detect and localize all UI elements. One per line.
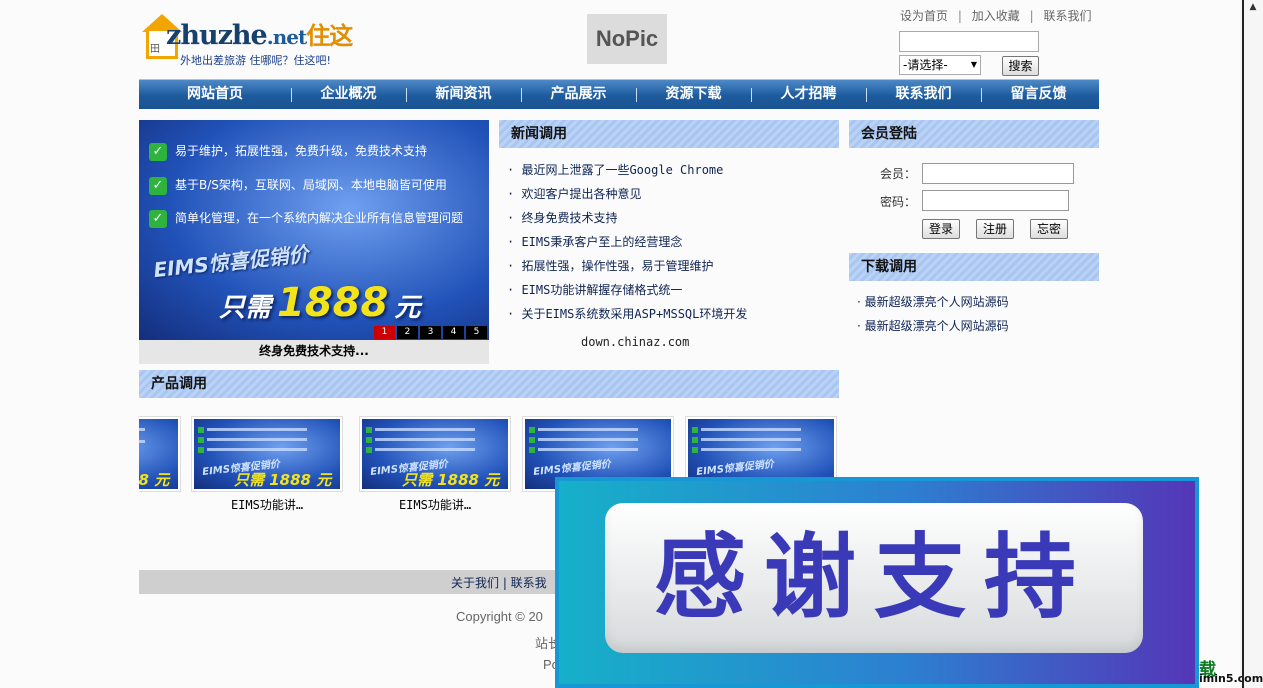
banner-line: ✓ 简单化管理，在一个系统内解决企业所有信息管理问题 — [149, 209, 463, 228]
banner-promo: EIMS惊喜促销价 — [152, 241, 310, 283]
download-panel-title: 下载调用 — [849, 253, 1099, 281]
news-footer-text: down.chinaz.com — [581, 335, 690, 349]
member-panel-title: 会员登陆 — [849, 120, 1099, 148]
page: 田 zhuzhe.net住这 外地出差旅游 住哪呢？住这吧! NoPic 设为首… — [0, 0, 1263, 688]
product-image: 只需 1888 元 — [139, 419, 178, 489]
promo-banner[interactable]: ✓ 易于维护，拓展性强，免费升级，免费技术支持 ✓ 基于B/S架构，互联网、局域网、… — [139, 120, 489, 340]
news-item[interactable]: 终身免费技术支持 — [507, 208, 747, 232]
news-panel-title: 新闻调用 — [499, 120, 839, 148]
password-label: 密码： — [880, 195, 917, 209]
main-nav: 网站首页 企业概况 新闻资讯 产品展示 资源下载 人才招聘 联系我们 留言反馈 — [139, 79, 1099, 109]
nav-about[interactable]: 企业概况 — [291, 80, 406, 109]
site-logo[interactable]: 田 zhuzhe.net住这 外地出差旅游 住哪呢？住这吧! — [140, 12, 355, 68]
thanks-text: 感谢支持 — [653, 524, 1094, 631]
product-caption[interactable]: EIMS功能讲… — [191, 496, 343, 513]
thanks-panel: 感谢支持 — [605, 503, 1143, 653]
banner-caption[interactable]: 终身免费技术支持... — [139, 340, 489, 364]
logo-brand: zhuzhe.net住这 — [166, 20, 353, 51]
product-thumb[interactable]: EIMS惊喜促销价 只需 1888 元 — [359, 416, 511, 492]
dropdown-arrow-icon: ▼ — [970, 60, 977, 69]
banner-line: ✓ 易于维护，拓展性强，免费升级，免费技术支持 — [149, 142, 427, 161]
download-item[interactable]: 最新超级漂亮个人网站源码 — [857, 292, 1009, 316]
username-label: 会员： — [880, 167, 917, 181]
nav-jobs[interactable]: 人才招聘 — [751, 80, 866, 109]
product-thumb[interactable]: EIMS惊喜促销价 只需 1888 元 — [191, 416, 343, 492]
contact-link[interactable]: 联系我们 — [1043, 9, 1091, 23]
banner-page-4[interactable]: 4 — [443, 326, 464, 339]
banner-page-5[interactable]: 5 — [466, 326, 487, 339]
set-home-link[interactable]: 设为首页 — [900, 9, 948, 23]
scroll-up-icon[interactable]: ▲ — [1245, 2, 1261, 18]
product-image: EIMS惊喜促销价 只需 1888 元 — [362, 419, 508, 489]
product-thumb[interactable]: 只需 1888 元 — [139, 416, 181, 492]
thanks-overlay[interactable]: 感谢支持 — [555, 477, 1199, 688]
search-button[interactable]: 搜索 — [1002, 56, 1039, 76]
nav-products[interactable]: 产品展示 — [521, 80, 636, 109]
window-border — [1242, 0, 1244, 688]
news-item[interactable]: EIMS功能讲解握存储格式统一 — [507, 280, 747, 304]
product-panel-title: 产品调用 — [139, 370, 839, 398]
top-links: 设为首页 | 加入收藏 | 联系我们 — [900, 9, 1092, 23]
nav-news[interactable]: 新闻资讯 — [406, 80, 521, 109]
password-input[interactable] — [922, 190, 1069, 211]
news-list: 最近网上泄露了一些Google Chrome 欢迎客户提出各种意见 终身免费技术… — [507, 160, 747, 328]
logo-slogan: 外地出差旅游 住哪呢？住这吧! — [180, 54, 331, 67]
check-icon: ✓ — [149, 142, 167, 161]
banner-pager: 1 2 3 4 5 — [374, 326, 487, 339]
watermark-url: imin5.com — [1199, 672, 1263, 685]
nav-downloads[interactable]: 资源下载 — [636, 80, 751, 109]
copyright-text: Copyright © 20 — [456, 609, 543, 624]
footer-links[interactable]: 关于我们 | 联系我 — [451, 574, 547, 591]
banner-page-1[interactable]: 1 — [374, 326, 395, 339]
check-icon: ✓ — [149, 209, 167, 228]
banner-page-3[interactable]: 3 — [420, 326, 441, 339]
product-image: EIMS惊喜促销价 只需 1888 元 — [194, 419, 340, 489]
search-input[interactable] — [899, 31, 1039, 52]
banner-line: ✓ 基于B/S架构，互联网、局域网、本地电脑皆可使用 — [149, 176, 447, 195]
nav-home[interactable]: 网站首页 — [139, 80, 291, 109]
news-item[interactable]: 拓展性强，操作性强，易于管理维护 — [507, 256, 747, 280]
news-item[interactable]: EIMS秉承客户至上的经营理念 — [507, 232, 747, 256]
nav-contact[interactable]: 联系我们 — [866, 80, 981, 109]
banner-price: 只需 1888 元 — [219, 280, 421, 326]
add-favorite-link[interactable]: 加入收藏 — [972, 9, 1020, 23]
news-item[interactable]: 欢迎客户提出各种意见 — [507, 184, 747, 208]
news-item[interactable]: 关于EIMS系统数采用ASP+MSSQL环境开发 — [507, 304, 747, 328]
check-icon: ✓ — [149, 176, 167, 195]
product-caption[interactable]: EIMS功能讲… — [359, 496, 511, 513]
username-input[interactable] — [922, 163, 1074, 184]
nopic-image: NoPic — [587, 14, 667, 64]
search-category-select[interactable]: -请选择- ▼ — [899, 55, 981, 75]
forgot-password-button[interactable]: 忘密 — [1030, 219, 1068, 239]
banner-page-2[interactable]: 2 — [397, 326, 418, 339]
news-item[interactable]: 最近网上泄露了一些Google Chrome — [507, 160, 747, 184]
register-button[interactable]: 注册 — [976, 219, 1014, 239]
download-item[interactable]: 最新超级漂亮个人网站源码 — [857, 316, 1009, 340]
download-list: 最新超级漂亮个人网站源码 最新超级漂亮个人网站源码 — [857, 292, 1009, 340]
login-button[interactable]: 登录 — [922, 219, 960, 239]
nav-feedback[interactable]: 留言反馈 — [981, 80, 1096, 109]
